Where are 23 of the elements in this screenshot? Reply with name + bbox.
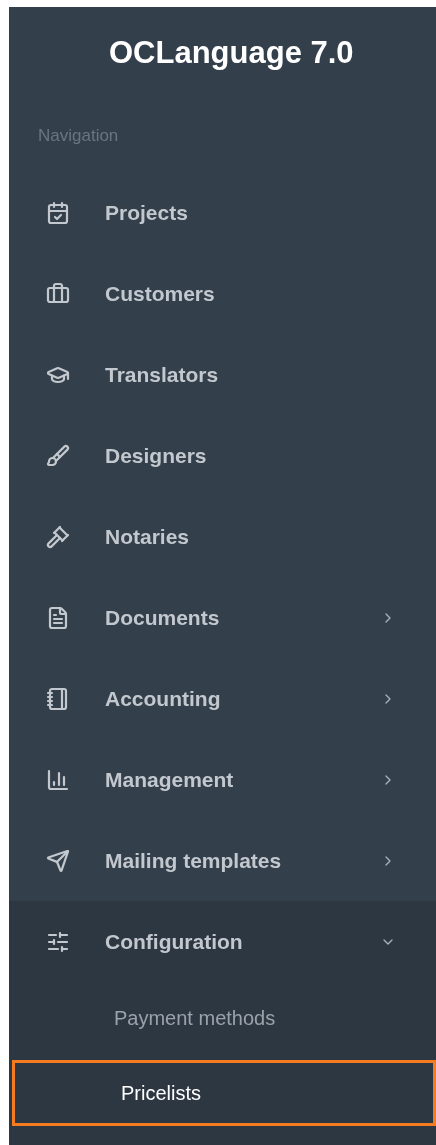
nav-item[interactable]: Mailing templates [9, 820, 436, 901]
nav-item[interactable]: Management [9, 739, 436, 820]
notebook-icon [46, 686, 70, 711]
submenu-item[interactable]: Pricelists [12, 1060, 436, 1126]
nav-item[interactable]: Translators [9, 334, 436, 415]
document-icon [46, 605, 70, 630]
nav-item[interactable]: Customers [9, 253, 436, 334]
sliders-icon [46, 929, 70, 954]
bar-chart-icon [46, 767, 70, 792]
navigation-heading: Navigation [38, 125, 119, 148]
paper-plane-icon [46, 848, 70, 873]
nav-item[interactable]: Documents [9, 577, 436, 658]
nav-item[interactable]: Notaries [9, 496, 436, 577]
submenu-item[interactable]: Payment methods [9, 982, 436, 1054]
app-title: OCLanguage 7.0 [109, 34, 354, 73]
nav-item[interactable]: Configuration [9, 901, 436, 982]
calendar-check-icon [46, 200, 70, 225]
nav-item[interactable]: Designers [9, 415, 436, 496]
brush-icon [46, 443, 70, 468]
gavel-icon [46, 524, 70, 549]
nav-item[interactable]: Projects [9, 172, 436, 253]
briefcase-icon [46, 281, 70, 306]
nav-item[interactable]: Accounting [9, 658, 436, 739]
